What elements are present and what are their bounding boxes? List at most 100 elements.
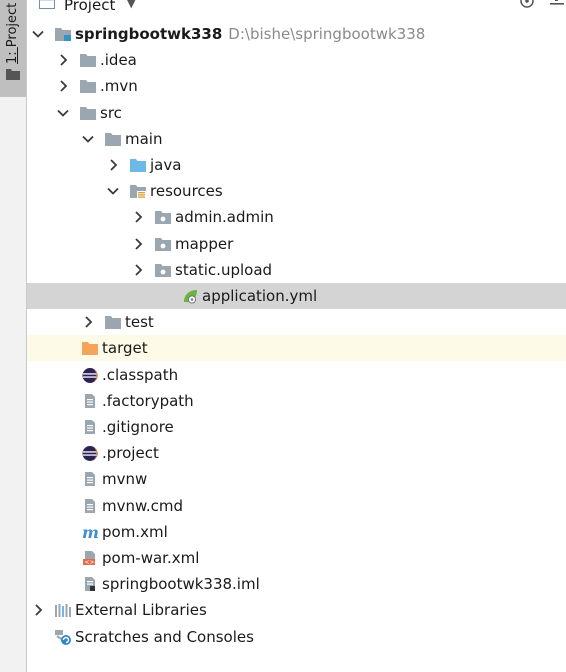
- text-file-icon: [85, 499, 95, 513]
- tree-item-label: External Libraries: [75, 600, 207, 620]
- tree-item-mvnwcmd[interactable]: mvnw.cmd: [27, 493, 566, 519]
- tree-item-text: .classpath: [102, 366, 179, 384]
- project-tab-text: Project: [5, 2, 20, 48]
- tree-item-label: .idea: [100, 50, 137, 70]
- tree-item-label: springbootwk338.iml: [102, 574, 260, 594]
- tree-item-main[interactable]: main: [27, 126, 566, 152]
- chevron-down-icon[interactable]: [107, 185, 119, 197]
- tree-item-text: mvnw: [102, 470, 148, 488]
- tree-item-text: mapper: [175, 235, 234, 253]
- tree-item-mapper[interactable]: mapper: [27, 231, 566, 257]
- chevron-right-icon[interactable]: [32, 604, 44, 616]
- tree-item-text: test: [125, 313, 154, 331]
- chevron-right-icon[interactable]: [132, 211, 144, 223]
- tree-item-text: pom-war.xml: [102, 549, 200, 567]
- chevron-right-icon[interactable]: [57, 54, 69, 66]
- folder-icon: [105, 133, 121, 146]
- tree-item-text: resources: [150, 182, 223, 200]
- chevron-right-icon[interactable]: [57, 80, 69, 92]
- tree-item-text: static.upload: [175, 261, 273, 279]
- tree-item-label: .mvn: [100, 76, 138, 96]
- package-icon: [155, 211, 171, 224]
- project-tab-mnemonic: 1:: [5, 47, 20, 64]
- tree-item-label: pom-war.xml: [102, 548, 199, 568]
- tool-window-strip: 1: Project: [0, 0, 27, 672]
- iml-file-icon: [85, 577, 95, 591]
- tree-item-test[interactable]: test: [27, 309, 566, 335]
- maven-icon: m: [82, 524, 99, 540]
- tree-item-text: Scratches and Consoles: [75, 628, 254, 646]
- tree-item-text: .factorypath: [102, 392, 194, 410]
- tree-item-idea[interactable]: .idea: [27, 47, 566, 73]
- chevron-right-icon[interactable]: [132, 238, 144, 250]
- tree-item-label: target: [102, 338, 148, 358]
- tree-item-appyml[interactable]: application.yml: [27, 283, 566, 309]
- settings-icon[interactable]: [549, 0, 565, 9]
- tree-item-text: src: [100, 104, 122, 122]
- chevron-down-icon[interactable]: [57, 107, 69, 119]
- target-icon[interactable]: [519, 0, 535, 9]
- tree-item-extlib[interactable]: External Libraries: [27, 597, 566, 623]
- tree-item-label: admin.admin: [175, 207, 274, 227]
- tree-item-label: springbootwk338 D:\bishe\springbootwk338: [75, 24, 425, 44]
- tree-item-text: main: [125, 130, 163, 148]
- tree-item-project[interactable]: .project: [27, 440, 566, 466]
- resources-folder-icon: [130, 185, 146, 198]
- chevron-right-icon[interactable]: [132, 264, 144, 276]
- tree-item-text: target: [102, 339, 148, 357]
- module-path: D:\bishe\springbootwk338: [228, 25, 426, 43]
- tree-item-iml[interactable]: springbootwk338.iml: [27, 571, 566, 597]
- tree-item-text: External Libraries: [75, 601, 207, 619]
- tree-item-label: mvnw.cmd: [102, 496, 183, 516]
- tree-item-text: pom.xml: [102, 523, 168, 541]
- tree-item-label: src: [100, 103, 122, 123]
- tree-item-java[interactable]: java: [27, 152, 566, 178]
- folder-icon: [6, 69, 20, 80]
- folder-icon: [80, 54, 96, 67]
- text-file-icon: [85, 472, 95, 486]
- tree-item-scratch[interactable]: Scratches and Consoles: [27, 624, 566, 650]
- tree-item-label: java: [150, 155, 181, 175]
- tree-item-src[interactable]: src: [27, 100, 566, 126]
- tree-item-gitignore[interactable]: .gitignore: [27, 414, 566, 440]
- project-tool-tab[interactable]: 1: Project: [0, 0, 26, 97]
- chevron-down-icon[interactable]: [82, 133, 94, 145]
- tree-item-text: springbootwk338: [75, 25, 223, 43]
- tree-item-label: .project: [102, 443, 159, 463]
- folder-icon: [80, 80, 96, 93]
- tree-item-classpath[interactable]: .classpath: [27, 362, 566, 388]
- tree-item-text: java: [150, 156, 182, 174]
- chevron-down-icon[interactable]: [32, 28, 44, 40]
- tree-item-text: .gitignore: [102, 418, 174, 436]
- libraries-icon: [55, 604, 71, 617]
- tree-item-label: mapper: [175, 234, 233, 254]
- tree-item-mvn[interactable]: .mvn: [27, 73, 566, 99]
- tree-item-text: mvnw.cmd: [102, 497, 184, 515]
- tree-item-pom[interactable]: m pom.xml: [27, 519, 566, 545]
- tree-item-mvnw[interactable]: mvnw: [27, 466, 566, 492]
- tree-item-text: .idea: [100, 51, 137, 69]
- tree-item-text: admin.admin: [175, 208, 274, 226]
- tree-item-resources[interactable]: resources: [27, 178, 566, 204]
- tree-item-target[interactable]: target: [27, 335, 566, 361]
- tree-item-label: resources: [150, 181, 223, 201]
- tree-item-text: application.yml: [202, 287, 318, 305]
- tree-item-label: .classpath: [102, 365, 178, 385]
- caret-down-icon[interactable]: ▼: [127, 0, 135, 10]
- folder-icon: [105, 316, 121, 329]
- tree-item-admin[interactable]: admin.admin: [27, 204, 566, 230]
- svg-text:m: m: [82, 524, 99, 540]
- tree-item-pomwar[interactable]: <> pom-war.xml: [27, 545, 566, 571]
- tree-item-label: .gitignore: [102, 417, 174, 437]
- tree-item-label: mvnw: [102, 469, 147, 489]
- module-folder-icon: [55, 28, 71, 41]
- tree-item-text: .mvn: [100, 77, 138, 95]
- project-panel-header: Project ▼: [27, 0, 566, 14]
- tree-item-static[interactable]: static.upload: [27, 257, 566, 283]
- tree-item-label: test: [125, 312, 154, 332]
- tree-item-label: pom.xml: [102, 522, 168, 542]
- chevron-right-icon[interactable]: [107, 159, 119, 171]
- tree-item-root[interactable]: springbootwk338 D:\bishe\springbootwk338: [27, 21, 566, 47]
- tree-item-factorypath[interactable]: .factorypath: [27, 388, 566, 414]
- chevron-right-icon[interactable]: [82, 316, 94, 328]
